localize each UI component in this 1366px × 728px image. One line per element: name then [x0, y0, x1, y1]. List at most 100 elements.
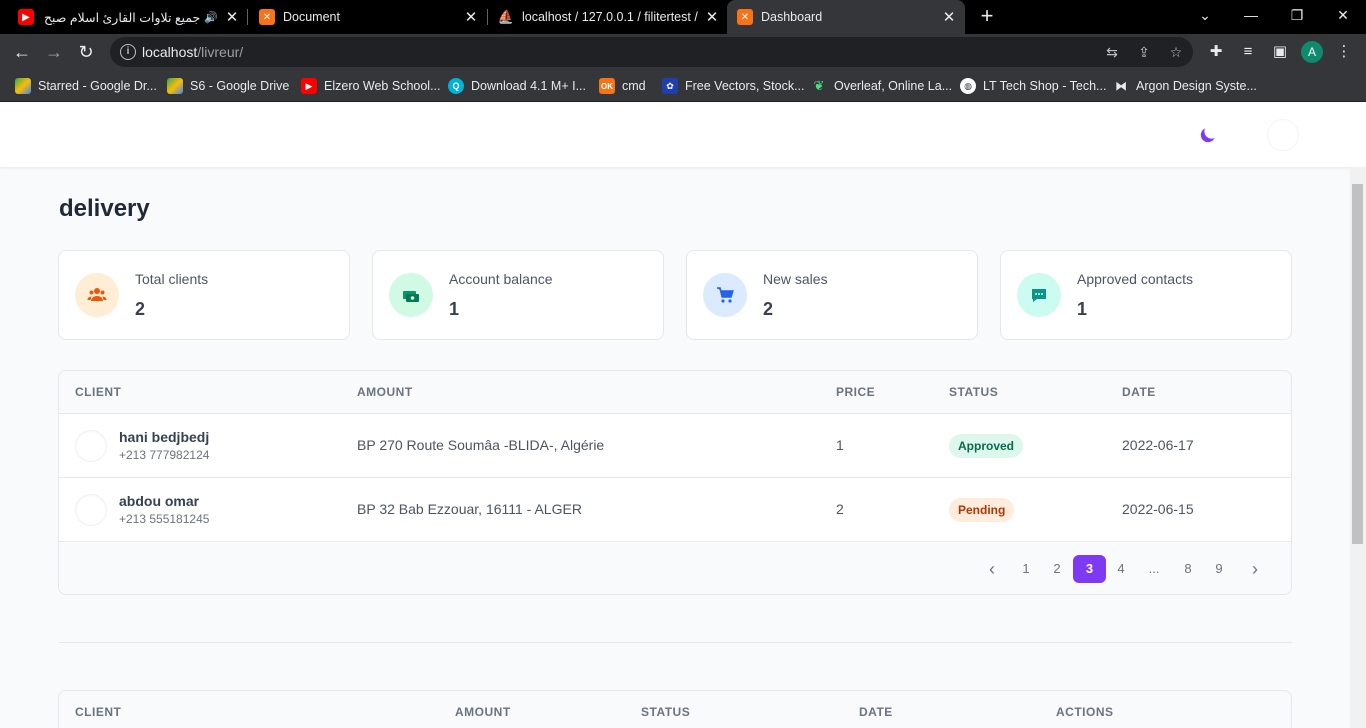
card-value: 2: [763, 299, 774, 319]
phpmyadmin-icon: ⛵: [497, 9, 515, 24]
date-cell: 2022-06-17: [1122, 437, 1194, 453]
argon-icon: ⧓: [1115, 79, 1127, 93]
bookmark-item[interactable]: S6 - Google Drive: [167, 76, 289, 96]
address-bar[interactable]: i localhost/livreur/ ⇆ ⇪ ☆: [110, 37, 1193, 67]
tab-phpmyadmin[interactable]: ⛵ localhost / 127.0.0.1 / filitertest / …: [498, 0, 720, 34]
price-cell: 1: [836, 437, 844, 453]
close-tab-icon[interactable]: ✕: [941, 8, 957, 26]
new-tab-button[interactable]: +: [976, 5, 998, 28]
close-tab-icon[interactable]: ✕: [704, 8, 720, 26]
bookmark-item[interactable]: ⧓ Argon Design Syste...: [1113, 76, 1257, 96]
column-header-client: CLIENT: [75, 705, 122, 719]
bookmark-star-icon[interactable]: ☆: [1167, 43, 1185, 61]
table-row[interactable]: abdou omar +213 555181245 BP 32 Bab Ezzo…: [59, 478, 1291, 542]
column-header-actions: ACTIONS: [1056, 705, 1114, 719]
status-badge: Approved: [949, 434, 1024, 458]
amount-cell: BP 270 Route Soumâa -BLIDA-, Algérie: [357, 437, 605, 453]
pagination-prev-icon[interactable]: ‹: [978, 555, 1006, 583]
tab-title: جميع تلاوات القارئ اسلام صبح: [43, 10, 201, 25]
page-button-4[interactable]: 4: [1107, 555, 1135, 583]
dark-mode-toggle-icon[interactable]: [1199, 126, 1217, 144]
minimize-button[interactable]: —: [1228, 0, 1274, 30]
back-button[interactable]: ←: [10, 40, 34, 64]
extensions-icon[interactable]: ✚: [1206, 42, 1226, 62]
tab-title: Dashboard: [761, 10, 823, 24]
search-icon: Q: [448, 78, 464, 94]
menu-kebab-icon[interactable]: ⋮: [1334, 42, 1354, 62]
browser-tab-strip: ▶ جميع تلاوات القارئ اسلام صبح 🔊 ✕ ✕ Doc…: [0, 0, 1366, 34]
table-header: CLIENT AMOUNT PRICE STATUS DATE: [59, 371, 1291, 414]
bookmark-item[interactable]: ▶ Elzero Web School...: [301, 76, 441, 96]
chat-icon: [1017, 273, 1061, 317]
pagination-next-icon[interactable]: ›: [1241, 555, 1269, 583]
page-button-8[interactable]: 8: [1174, 555, 1202, 583]
page-button-2[interactable]: 2: [1043, 555, 1071, 583]
table-header: CLIENT AMOUNT STATUS DATE ACTIONS: [59, 691, 1291, 728]
media-control-icon[interactable]: ≡: [1238, 42, 1258, 62]
page-button-3-active[interactable]: 3: [1073, 555, 1106, 583]
column-header-price: PRICE: [836, 385, 876, 399]
date-cell: 2022-06-15: [1122, 501, 1194, 517]
forward-button[interactable]: →: [42, 40, 66, 64]
close-window-button[interactable]: ✕: [1320, 0, 1366, 30]
tab-youtube[interactable]: ▶ جميع تلاوات القارئ اسلام صبح 🔊 ✕: [18, 0, 240, 34]
column-header-date: DATE: [1122, 385, 1156, 399]
status-badge: Pending: [949, 498, 1015, 522]
client-avatar: [75, 430, 107, 462]
youtube-icon: ▶: [301, 78, 317, 94]
page-button-9[interactable]: 9: [1205, 555, 1233, 583]
column-header-status: STATUS: [949, 385, 999, 399]
user-avatar[interactable]: [1267, 119, 1299, 151]
share-icon[interactable]: ⇪: [1135, 43, 1153, 61]
column-header-amount: AMOUNT: [455, 705, 511, 719]
freepik-icon: ✿: [662, 78, 678, 94]
scrollbar-thumb[interactable]: [1352, 184, 1363, 544]
xampp-icon: ✕: [737, 9, 753, 25]
translate-icon[interactable]: ⇆: [1103, 43, 1121, 61]
card-label: New sales: [763, 271, 828, 287]
app-header: [0, 103, 1366, 167]
client-name: abdou omar: [119, 493, 200, 509]
globe-icon: ◍: [960, 78, 976, 94]
site-info-icon[interactable]: i: [120, 44, 136, 60]
column-header-status: STATUS: [641, 705, 691, 719]
tab-search-icon[interactable]: ⌄: [1182, 0, 1228, 30]
tab-document[interactable]: ✕ Document ✕: [259, 0, 479, 34]
table-row[interactable]: hani bedjbedj +213 777982124 BP 270 Rout…: [59, 414, 1291, 478]
restore-button[interactable]: ❐: [1274, 0, 1320, 30]
bookmark-item[interactable]: Starred - Google Dr...: [15, 76, 157, 96]
audio-icon[interactable]: 🔊: [204, 11, 218, 24]
stat-card-account-balance: Account balance 1: [372, 250, 664, 340]
bookmark-item[interactable]: OK cmd: [599, 76, 646, 96]
page-button-1[interactable]: 1: [1012, 555, 1040, 583]
cart-icon: [703, 273, 747, 317]
reload-button[interactable]: ↻: [74, 40, 98, 64]
tab-dashboard[interactable]: ✕ Dashboard ✕: [727, 0, 965, 34]
section-divider: [59, 642, 1292, 643]
pagination: ‹ 1 2 3 4 ... 8 9 ›: [59, 543, 1291, 594]
column-header-amount: AMOUNT: [357, 385, 413, 399]
bookmark-item[interactable]: ✿ Free Vectors, Stock...: [662, 76, 805, 96]
google-drive-icon: [167, 78, 183, 94]
tab-separator: [487, 9, 488, 25]
ok-icon: OK: [599, 78, 615, 94]
close-tab-icon[interactable]: ✕: [463, 8, 479, 26]
price-cell: 2: [836, 501, 844, 517]
card-label: Approved contacts: [1077, 271, 1193, 287]
stat-card-total-clients: Total clients 2: [58, 250, 350, 340]
page-ellipsis: ...: [1148, 561, 1160, 576]
column-header-date: DATE: [859, 705, 893, 719]
side-panel-icon[interactable]: ▣: [1270, 42, 1290, 62]
close-tab-icon[interactable]: ✕: [224, 8, 240, 26]
bookmark-item[interactable]: ◍ LT Tech Shop - Tech...: [960, 76, 1106, 96]
orders-table: CLIENT AMOUNT PRICE STATUS DATE hani bed…: [58, 370, 1292, 595]
youtube-icon: ▶: [18, 9, 34, 25]
google-drive-icon: [15, 78, 31, 94]
profile-avatar[interactable]: A: [1301, 41, 1323, 63]
bookmark-item[interactable]: Q Download 4.1 M+ I...: [448, 76, 586, 96]
page-scrollbar[interactable]: [1350, 167, 1366, 728]
url-text: localhost/livreur/: [142, 44, 244, 60]
client-avatar: [75, 494, 107, 526]
stat-card-new-sales: New sales 2: [686, 250, 978, 340]
bookmark-item[interactable]: ❦ Overleaf, Online La...: [811, 76, 953, 96]
